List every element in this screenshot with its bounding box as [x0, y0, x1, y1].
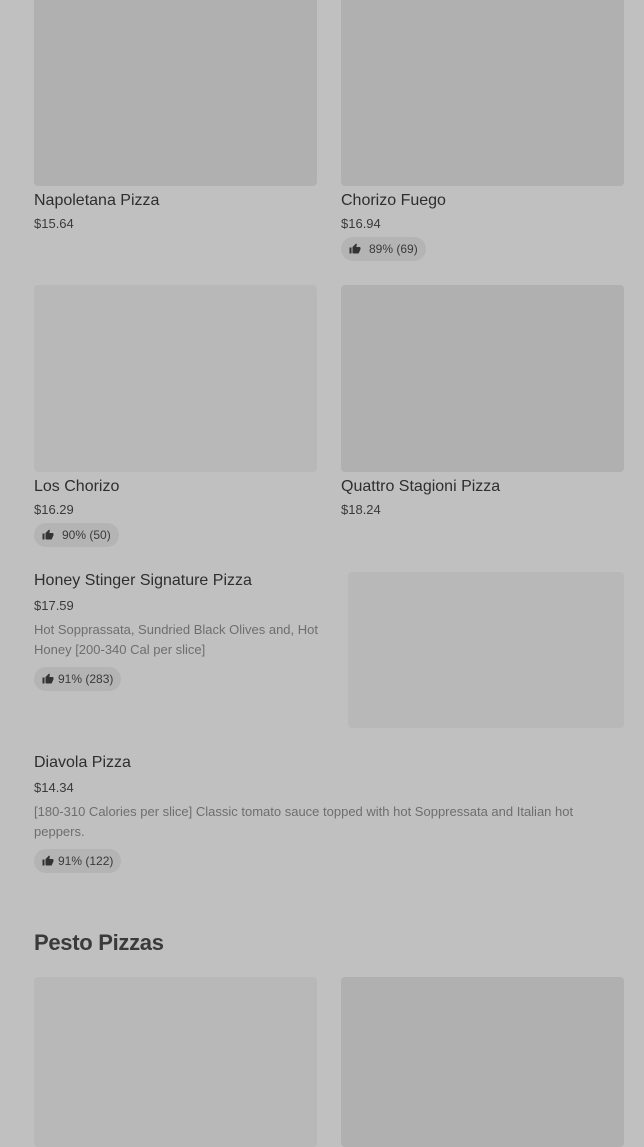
item-image-honey-stinger[interactable]: [348, 572, 624, 728]
rating-text: 89% (69): [369, 242, 418, 256]
item-title[interactable]: Los Chorizo: [34, 478, 119, 496]
thumbs-up-icon: [42, 529, 54, 540]
rating-badge: 90% (50): [34, 523, 119, 547]
item-description: Hot Sopprassata, Sundried Black Olives a…: [34, 622, 318, 657]
rating-badge: 89% (69): [341, 237, 426, 261]
item-price: $17.59: [34, 598, 74, 613]
rating-text: 91% (283): [58, 672, 114, 686]
item-image-pesto-2[interactable]: [341, 977, 624, 1147]
item-title[interactable]: Napoletana Pizza: [34, 192, 159, 210]
item-title[interactable]: Diavola Pizza: [34, 754, 131, 772]
item-price: $15.64: [34, 216, 74, 231]
item-image-quattro-stagioni[interactable]: [341, 285, 624, 472]
item-title[interactable]: Honey Stinger Signature Pizza: [34, 572, 252, 590]
section-title: Pesto Pizzas: [34, 930, 164, 955]
item-image-pesto-1[interactable]: [34, 977, 317, 1147]
thumbs-up-icon: [42, 855, 54, 866]
item-image-los-chorizo[interactable]: [34, 285, 317, 472]
item-description: [180-310 Calories per slice] Classic tom…: [34, 804, 574, 839]
item-title[interactable]: Quattro Stagioni Pizza: [341, 478, 500, 496]
item-price: $16.94: [341, 216, 381, 231]
item-price: $16.29: [34, 502, 74, 517]
thumbs-up-icon: [349, 243, 361, 254]
rating-text: 91% (122): [58, 854, 114, 868]
rating-text: 90% (50): [62, 528, 111, 542]
item-title[interactable]: Chorizo Fuego: [341, 192, 446, 210]
item-image-chorizo-fuego[interactable]: [341, 0, 624, 186]
item-price: $14.34: [34, 780, 74, 795]
rating-badge: 91% (283): [34, 667, 122, 691]
thumbs-up-icon: [42, 673, 54, 684]
item-price: $18.24: [341, 502, 381, 517]
item-image-napoletana[interactable]: [34, 0, 317, 186]
rating-badge: 91% (122): [34, 849, 122, 873]
